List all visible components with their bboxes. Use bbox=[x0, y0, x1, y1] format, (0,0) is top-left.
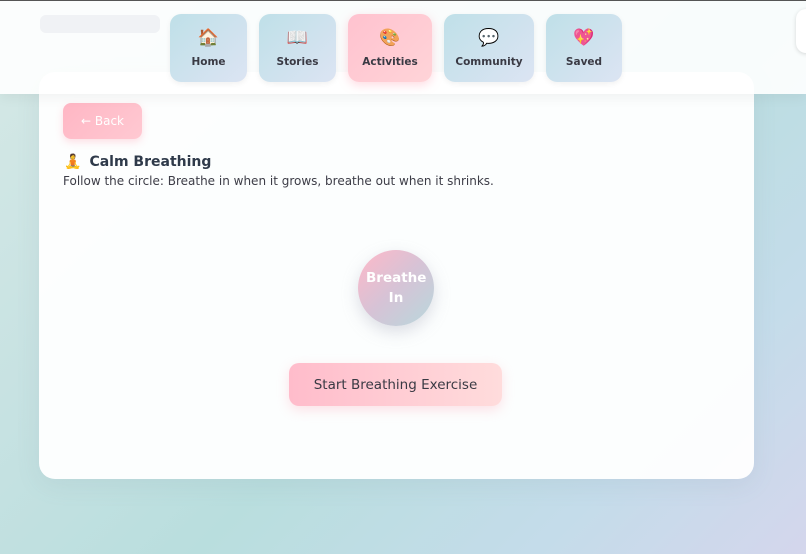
nav-stories-label: Stories bbox=[276, 56, 319, 68]
meditation-icon: 🧘 bbox=[64, 154, 82, 170]
nav-community[interactable]: 💬 Community bbox=[444, 14, 534, 82]
nav-activities-label: Activities bbox=[362, 56, 418, 68]
book-icon: 📖 bbox=[286, 28, 309, 48]
start-breathing-button[interactable]: Start Breathing Exercise bbox=[289, 363, 502, 406]
nav-home-label: Home bbox=[191, 56, 226, 68]
palette-icon: 🎨 bbox=[379, 28, 401, 48]
breathing-circle: Breathe In bbox=[358, 250, 434, 326]
nav-activities[interactable]: 🎨 Activities bbox=[348, 14, 432, 82]
top-navigation-bar: 🏠 Home 📖 Stories 🎨 Activities 💬 Communit… bbox=[0, 0, 806, 94]
house-icon: 🏠 bbox=[197, 28, 220, 48]
activity-header: 🧘 Calm Breathing bbox=[64, 154, 211, 170]
back-button[interactable]: ← Back bbox=[63, 103, 142, 139]
nav-community-label: Community bbox=[455, 56, 523, 68]
breathing-circle-text: Breathe In bbox=[366, 270, 427, 306]
speech-bubble-icon: 💬 bbox=[478, 28, 500, 48]
nav-stories[interactable]: 📖 Stories bbox=[259, 14, 336, 82]
faded-brand-text bbox=[40, 15, 160, 33]
activity-card: ← Back 🧘 Calm Breathing Follow the circl… bbox=[39, 72, 754, 479]
profile-button-edge[interactable] bbox=[796, 9, 806, 53]
instruction-text: Follow the circle: Breathe in when it gr… bbox=[63, 174, 494, 188]
nav-home[interactable]: 🏠 Home bbox=[170, 14, 247, 82]
nav-saved-label: Saved bbox=[565, 56, 603, 68]
nav-saved[interactable]: 💖 Saved bbox=[546, 14, 622, 82]
heart-icon: 💖 bbox=[573, 28, 595, 48]
page-title: Calm Breathing bbox=[89, 154, 212, 170]
